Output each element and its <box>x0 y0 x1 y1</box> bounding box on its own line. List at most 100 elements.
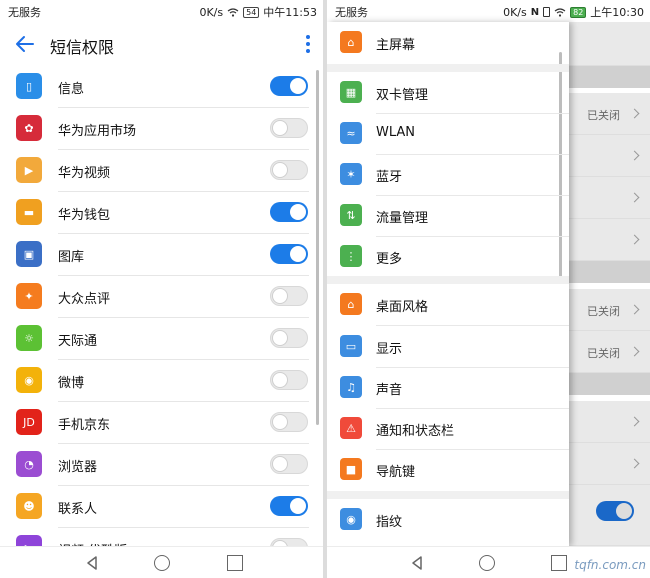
battery-indicator: 54 <box>243 6 260 18</box>
page-title: 短信权限 <box>50 38 115 57</box>
dianping-icon: ✦ <box>16 283 42 309</box>
navigation-bar: tqfn.com.cn <box>327 546 650 578</box>
status-bar: 无服务 0K/s N 82 上午10:30 <box>327 0 650 22</box>
drawer-item[interactable]: ⌂ 桌面风格 <box>327 284 569 326</box>
list-item[interactable]: ▣ 图库 <box>0 234 323 276</box>
vibrate-icon <box>543 7 551 17</box>
list-item[interactable]: ◉ 微博 <box>0 360 323 402</box>
permission-toggle[interactable] <box>270 202 308 222</box>
wifi-icon: ≈ <box>340 122 362 144</box>
drawer-item[interactable]: ▦ 双卡管理 <box>327 72 569 114</box>
screenshot-stage: 无服务 0K/s 54 中午11:53 短信权限 ▯ 信息 ✿ 华为应用市场 ▶ 华为视频… <box>0 0 650 578</box>
browser-icon: ◔ <box>16 451 42 477</box>
contacts-icon: ☻ <box>16 493 42 519</box>
list-item[interactable]: ✿ 华为应用市场 <box>0 108 323 150</box>
background-toggle <box>596 501 634 521</box>
weibo-icon: ◉ <box>16 367 42 393</box>
permission-toggle[interactable] <box>270 160 308 180</box>
battery-indicator: 82 <box>570 6 587 18</box>
list-item[interactable]: ☼ 天际通 <box>0 318 323 360</box>
permission-toggle[interactable] <box>270 454 308 474</box>
nav-recents-icon[interactable] <box>227 555 243 571</box>
permission-toggle[interactable] <box>270 412 308 432</box>
permission-toggle[interactable] <box>270 496 308 516</box>
app-label: 信息 <box>58 82 85 97</box>
app-label: 浏览器 <box>58 460 98 475</box>
app-label: 天际通 <box>58 334 98 349</box>
settings-screen: 无服务 0K/s N 82 上午10:30 已关闭 已关闭 已关闭 ⌂ 主屏幕 … <box>327 0 650 578</box>
overflow-menu-icon[interactable] <box>305 35 311 53</box>
list-item[interactable]: ◔ 浏览器 <box>0 444 323 486</box>
permission-toggle[interactable] <box>270 286 308 306</box>
app-label: 联系人 <box>58 502 98 517</box>
navigation-bar <box>0 546 323 578</box>
drawer-item[interactable]: ♫ 声音 <box>327 367 569 409</box>
permission-toggle[interactable] <box>270 244 308 264</box>
list-item[interactable]: ✦ 大众点评 <box>0 276 323 318</box>
list-item[interactable]: ☻ 联系人 <box>0 486 323 528</box>
gallery-icon: ▣ <box>16 241 42 267</box>
drawer-item-label: 更多 <box>376 252 403 267</box>
notification-icon: ⚠ <box>340 417 362 439</box>
list-item[interactable]: ▯ 信息 <box>0 66 323 108</box>
drawer-item[interactable]: ◉ 指纹 <box>327 499 569 541</box>
app-label: 华为视频 <box>58 166 111 181</box>
net-speed: 0K/s <box>503 5 527 19</box>
chevron-right-icon <box>629 234 640 245</box>
data-usage-icon: ⇅ <box>340 204 362 226</box>
nav-back-icon[interactable] <box>409 555 425 571</box>
chevron-right-icon <box>629 108 640 119</box>
drawer-item[interactable]: ≈ WLAN <box>327 113 569 155</box>
wifi-status-icon <box>227 7 239 17</box>
permission-toggle[interactable] <box>270 76 308 96</box>
huawei-video-icon: ▶ <box>16 157 42 183</box>
nav-home-icon[interactable] <box>479 555 495 571</box>
jd-icon: JD <box>16 409 42 435</box>
chevron-right-icon <box>629 416 640 427</box>
drawer-item[interactable]: ✶ 蓝牙 <box>327 154 569 196</box>
settings-drawer: ⌂ 主屏幕 ▦ 双卡管理 ≈ WLAN ✶ 蓝牙 ⇅ 流量管理 ⋮ 更多 ⌂ 桌面风格 ▭ 显示 ♫ 声音 ⚠ 通知和… <box>327 22 569 546</box>
sound-icon: ♫ <box>340 376 362 398</box>
message-icon: ▯ <box>16 73 42 99</box>
status-right: 0K/s 54 中午11:53 <box>199 4 317 20</box>
app-permission-list: ▯ 信息 ✿ 华为应用市场 ▶ 华为视频 ▬ 华为钱包 ▣ 图库 ✦ 大众点评 ☼ 天际通 ◉ 微博 JD 手机京… <box>0 66 323 570</box>
drawer-item-label: 通知和状态栏 <box>376 424 455 439</box>
drawer-item-label: 显示 <box>376 342 403 357</box>
more-icon: ⋮ <box>340 245 362 267</box>
drawer-item[interactable]: ■ 导航键 <box>327 449 569 491</box>
nav-home-icon[interactable] <box>154 555 170 571</box>
list-item[interactable]: ▬ 华为钱包 <box>0 192 323 234</box>
drawer-item[interactable]: ⇅ 流量管理 <box>327 195 569 237</box>
drawer-item[interactable]: ⋮ 更多 <box>327 236 569 278</box>
permission-toggle[interactable] <box>270 370 308 390</box>
list-item[interactable]: ▶ 华为视频 <box>0 150 323 192</box>
watermark: tqfn.com.cn <box>574 558 646 572</box>
carrier-label: 无服务 <box>8 6 41 19</box>
status-bar: 无服务 0K/s 54 中午11:53 <box>0 0 323 22</box>
back-arrow-icon[interactable] <box>14 33 36 55</box>
section-divider <box>327 491 569 499</box>
scrollbar[interactable] <box>316 70 319 425</box>
chevron-right-icon <box>629 150 640 161</box>
drawer-item[interactable]: ▭ 显示 <box>327 326 569 368</box>
drawer-item-label: 双卡管理 <box>376 88 429 103</box>
permission-toggle[interactable] <box>270 328 308 348</box>
drawer-item[interactable]: ⚠ 通知和状态栏 <box>327 408 569 450</box>
drawer-item[interactable]: ⌂ 主屏幕 <box>327 22 569 64</box>
wifi-status-icon <box>554 7 566 17</box>
nav-back-icon[interactable] <box>84 555 100 571</box>
list-item[interactable]: JD 手机京东 <box>0 402 323 444</box>
app-bar: 短信权限 <box>0 22 323 66</box>
status-closed-label: 已关闭 <box>587 109 620 122</box>
app-label: 华为应用市场 <box>58 124 137 139</box>
display-icon: ▭ <box>340 335 362 357</box>
drawer-item-label: 声音 <box>376 383 403 398</box>
status-right: 0K/s N 82 上午10:30 <box>503 4 644 20</box>
permission-toggle[interactable] <box>270 118 308 138</box>
nav-recents-icon[interactable] <box>551 555 567 571</box>
net-speed: 0K/s <box>199 5 224 19</box>
sms-permission-screen: 无服务 0K/s 54 中午11:53 短信权限 ▯ 信息 ✿ 华为应用市场 ▶ 华为视频… <box>0 0 323 578</box>
chevron-right-icon <box>629 192 640 203</box>
app-label: 大众点评 <box>58 292 111 307</box>
home-icon: ⌂ <box>340 31 362 53</box>
